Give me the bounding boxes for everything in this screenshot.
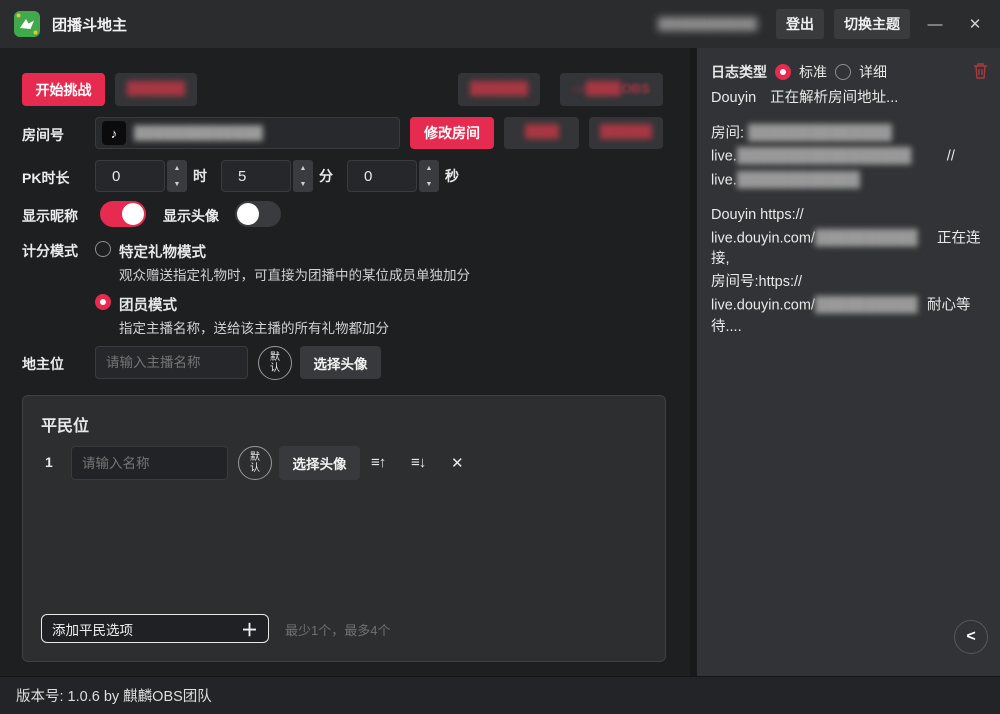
collapse-panel-button[interactable]: < (954, 620, 988, 654)
log-url-suffix: // (947, 149, 955, 165)
stepper-up-icon[interactable]: ▲ (293, 160, 313, 176)
move-down-icon[interactable]: ≡↓ (411, 454, 425, 471)
log-standard-label: 标准 (799, 62, 827, 82)
log-line: Douyin 正在解析房间地址... (711, 88, 988, 109)
log-line: live.█████████████████// (711, 146, 988, 167)
move-up-icon[interactable]: ≡↑ (371, 454, 385, 471)
toggle-knob (237, 203, 259, 225)
pk-duration-label: PK时长 (22, 168, 69, 188)
log-url-prefix: live. (711, 149, 737, 165)
landlord-choose-avatar-button[interactable]: 选择头像 (300, 346, 381, 379)
room-number-label: 房间号 (22, 125, 64, 145)
civilian-choose-avatar-button[interactable]: 选择头像 (279, 446, 360, 480)
gift-mode-radio[interactable] (95, 241, 111, 257)
setup-obs-button[interactable]: —█████OBS (560, 73, 663, 106)
add-civilian-label: 添加平民选项 (52, 619, 133, 639)
civilian-seats-panel: 平民位 1 默认 选择头像 ≡↑ ≡↓ ✕ 添加平民选项 ＋ 最少1个，最多4个 (22, 395, 666, 662)
close-button[interactable]: ✕ (960, 10, 990, 38)
app-logo-icon (14, 11, 40, 37)
pk-minutes-input[interactable] (221, 160, 291, 192)
plus-icon: ＋ (241, 616, 258, 641)
redacted-text: ██████████ (815, 295, 927, 316)
stepper-up-icon[interactable]: ▲ (419, 160, 439, 176)
clear-log-icon[interactable] (973, 62, 988, 82)
account-name-redacted: ██████████ (658, 17, 766, 31)
titlebar: 团播斗地主 ██████████ 登出 切换主题 — ✕ (0, 0, 1000, 48)
show-avatar-label: 显示头像 (163, 206, 219, 226)
room-number-value-redacted: █████████████ (134, 125, 294, 141)
landlord-name-input[interactable] (95, 346, 248, 379)
redacted-action-button[interactable]: ████████ (458, 73, 540, 106)
civilian-name-input[interactable] (71, 446, 228, 480)
log-line: 房间号:https:// (711, 272, 988, 293)
pk-seconds-input[interactable] (347, 160, 417, 192)
minutes-unit-label: 分 (319, 166, 333, 186)
settings-panel: 开始挑战 ████████ ████████ —█████OBS 房间号 ♪ █… (0, 48, 690, 676)
civilian-count-hint: 最少1个，最多4个 (285, 620, 390, 639)
log-detailed-radio[interactable] (835, 64, 851, 80)
log-line: live.████████████ (711, 170, 988, 191)
pk-seconds-stepper[interactable]: ▲ ▼ (419, 160, 439, 192)
tiktok-icon: ♪ (102, 121, 126, 145)
civilian-seats-title: 平民位 (41, 412, 89, 436)
civilian-default-button[interactable]: 默认 (238, 446, 272, 480)
redacted-text: ██████████ (815, 228, 933, 249)
redacted-challenge-button[interactable]: ████████ (115, 73, 197, 106)
stepper-up-icon[interactable]: ▲ (167, 160, 187, 176)
member-mode-label: 团员模式 (119, 294, 177, 315)
log-panel: 日志类型 标准 详细 Douyin 正在解析房间地址... 房间: ██████… (690, 48, 1000, 676)
log-url: live.douyin.com/ (711, 298, 815, 314)
redacted-room-button-2[interactable]: ██████ (589, 117, 663, 149)
log-url: live.douyin.com/ (711, 230, 815, 246)
redacted-room-button-1[interactable]: ████ (504, 117, 579, 149)
switch-theme-button[interactable]: 切换主题 (834, 9, 910, 39)
stepper-down-icon[interactable]: ▼ (167, 176, 187, 192)
show-nickname-toggle[interactable] (100, 201, 146, 227)
landlord-seat-label: 地主位 (22, 354, 64, 374)
member-mode-description: 指定主播名称，送给该主播的所有礼物都加分 (119, 317, 389, 337)
app-title: 团播斗地主 (52, 14, 127, 35)
scoring-mode-label: 计分模式 (22, 241, 78, 261)
hours-unit-label: 时 (193, 166, 207, 186)
log-line: 房间: ██████████████ (711, 123, 988, 144)
log-message: Douyin https:// (711, 207, 804, 223)
landlord-default-button[interactable]: 默认 (258, 346, 292, 380)
log-room-label: 房间: (711, 125, 744, 141)
log-source: Douyin (711, 90, 756, 106)
stepper-down-icon[interactable]: ▼ (419, 176, 439, 192)
redacted-text: ██████████████ (748, 123, 938, 144)
log-line: Douyin https:// (711, 205, 988, 226)
redacted-text: ████████████ (737, 170, 917, 191)
gift-mode-description: 观众赠送指定礼物时，可直接为团播中的某位成员单独加分 (119, 264, 470, 284)
toggle-knob (122, 203, 144, 225)
log-type-label: 日志类型 (711, 62, 767, 82)
room-number-input[interactable]: ♪ █████████████ (95, 117, 400, 149)
add-civilian-button[interactable]: 添加平民选项 ＋ (41, 614, 269, 643)
gift-mode-label: 特定礼物模式 (119, 241, 206, 262)
civilian-row-index: 1 (45, 454, 53, 470)
stepper-down-icon[interactable]: ▼ (293, 176, 313, 192)
log-message: 正在解析房间地址... (770, 90, 898, 106)
modify-room-button[interactable]: 修改房间 (410, 117, 494, 149)
version-text: 版本号: 1.0.6 by 麒麟OBS团队 (16, 685, 212, 706)
log-message: 房间号:https:// (711, 274, 802, 290)
log-line: live.douyin.com/██████████ 正在连接, (711, 228, 988, 270)
pk-hours-stepper[interactable]: ▲ ▼ (167, 160, 187, 192)
minimize-button[interactable]: — (920, 10, 950, 38)
log-standard-radio[interactable] (775, 64, 791, 80)
seconds-unit-label: 秒 (445, 166, 459, 186)
member-mode-radio[interactable] (95, 294, 111, 310)
pk-minutes-stepper[interactable]: ▲ ▼ (293, 160, 313, 192)
start-challenge-button[interactable]: 开始挑战 (22, 73, 105, 106)
logout-button[interactable]: 登出 (776, 9, 824, 39)
statusbar: 版本号: 1.0.6 by 麒麟OBS团队 (0, 676, 1000, 714)
pk-hours-input[interactable] (95, 160, 165, 192)
log-url-prefix: live. (711, 172, 737, 188)
log-detailed-label: 详细 (859, 62, 887, 82)
show-avatar-toggle[interactable] (235, 201, 281, 227)
show-nickname-label: 显示昵称 (22, 206, 78, 226)
redacted-text: █████████████████ (737, 146, 947, 167)
log-line: live.douyin.com/██████████耐心等待.... (711, 295, 988, 337)
delete-row-icon[interactable]: ✕ (451, 454, 463, 472)
